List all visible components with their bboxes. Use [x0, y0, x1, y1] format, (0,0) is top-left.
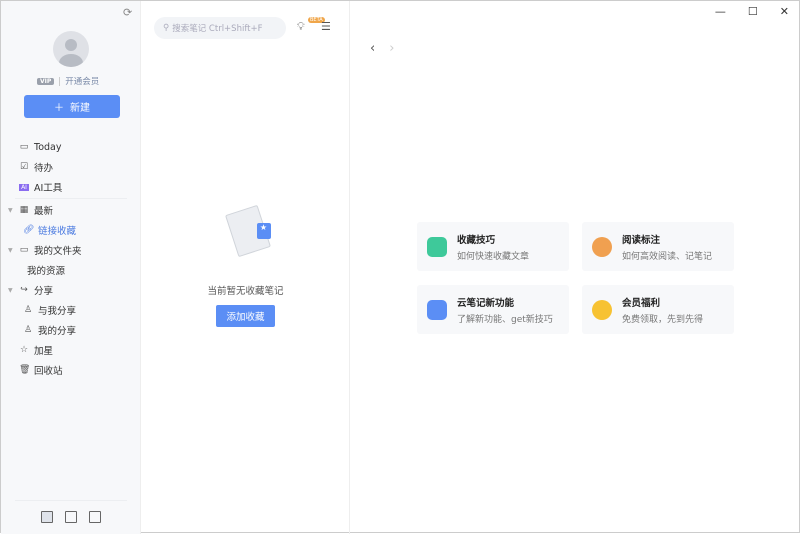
search-placeholder: 搜索笔记 Ctrl+Shift+F [172, 24, 263, 34]
caret-icon[interactable]: ▼ [8, 287, 13, 294]
checkbox-icon: ☑ [19, 162, 29, 172]
main-panel: — ☐ ✕ ‹ › 收藏技巧如何快速收藏文章 阅读标注如何高效阅读、记笔记 云笔… [350, 1, 799, 534]
label: 我的文件夹 [34, 246, 82, 257]
vip-row: VIP 开通会员 [37, 75, 99, 87]
guide-card-member-benefits[interactable]: 会员福利免费领取，先到先得 [582, 285, 734, 334]
caret-icon[interactable]: ▼ [8, 247, 13, 254]
guide-card-reading-annotation[interactable]: 阅读标注如何高效阅读、记笔记 [582, 222, 734, 271]
share-icon: ↪ [20, 285, 28, 295]
sidebar-item-my-folders[interactable]: ▼ ▭ 我的文件夹 [1, 240, 141, 260]
maximize-icon[interactable]: ☐ [748, 5, 758, 18]
vip-badge: VIP [37, 77, 55, 85]
sidebar: ⟳ VIP 开通会员 ＋ 新建 ▭ Today ☑ 待办 AI AI工具 ▼ ▦ 最新 🔗︎… [1, 1, 141, 534]
minimize-icon[interactable]: — [715, 5, 726, 18]
sidebar-item-latest[interactable]: ▼ ▦ 最新 [1, 200, 141, 220]
label: 回收站 [34, 366, 63, 377]
label: 分享 [34, 286, 54, 297]
reading-icon [592, 236, 612, 257]
sidebar-item-today[interactable]: ▭ Today [1, 137, 141, 157]
card-desc: 免费领取，先到先得 [622, 314, 704, 325]
label: Today [34, 141, 62, 153]
layout-switcher [41, 511, 101, 523]
user-icon: ♙ [23, 325, 33, 335]
label: AI工具 [34, 183, 63, 194]
card-title: 云笔记新功能 [457, 297, 515, 309]
plus-icon: ＋ [54, 103, 64, 114]
forward-icon[interactable]: › [389, 41, 394, 56]
single-column-layout-icon[interactable] [89, 511, 101, 523]
card-desc: 如何快速收藏文章 [457, 251, 530, 262]
bookmark-star-icon [427, 236, 447, 257]
lightbulb-icon[interactable]: 💡︎ [297, 20, 305, 34]
guide-card-new-features[interactable]: 云笔记新功能了解新功能、get新技巧 [417, 285, 569, 334]
new-button-label: 新建 [70, 103, 90, 114]
card-desc: 了解新功能、get新技巧 [457, 314, 553, 325]
empty-state: ★ 当前暂无收藏笔记 添加收藏 [141, 201, 350, 327]
grid-icon: ▦ [19, 205, 29, 215]
link-icon: 🔗︎ [23, 225, 35, 235]
calendar-icon: ▭ [19, 142, 29, 152]
label: 与我分享 [38, 306, 77, 317]
guide-card-favorites-tips[interactable]: 收藏技巧如何快速收藏文章 [417, 222, 569, 271]
sidebar-item-my-shares[interactable]: ♙ 我的分享 [1, 320, 141, 340]
ai-icon: AI [19, 183, 29, 191]
sort-icon[interactable]: ☰ [321, 20, 331, 33]
note-list-panel: ⚲ 搜索笔记 Ctrl+Shift+F 💡︎ BETA ☰ ★ 当前暂无收藏笔记 … [141, 1, 350, 534]
sidebar-item-ai-tools[interactable]: AI AI工具 [1, 177, 141, 197]
sidebar-nav: ▭ Today ☑ 待办 AI AI工具 ▼ ▦ 最新 🔗︎ 链接收藏 ▼ ▭ 我的文件夹 我的… [1, 137, 141, 380]
label: 链接收藏 [38, 226, 77, 237]
avatar[interactable] [53, 31, 89, 67]
gem-icon [592, 299, 612, 320]
label: 最新 [34, 206, 54, 217]
card-title: 会员福利 [622, 297, 661, 309]
user-icon: ♙ [23, 305, 33, 315]
sidebar-item-share[interactable]: ▼ ↪ 分享 [1, 280, 141, 300]
search-input[interactable]: ⚲ 搜索笔记 Ctrl+Shift+F [154, 17, 286, 39]
three-column-layout-icon[interactable] [41, 511, 53, 523]
folder-icon: ▭ [19, 245, 29, 255]
star-icon: ☆ [19, 345, 29, 355]
empty-text: 当前暂无收藏笔记 [207, 286, 284, 297]
label: 待办 [34, 163, 54, 174]
sidebar-item-todo[interactable]: ☑ 待办 [1, 157, 141, 177]
close-icon[interactable]: ✕ [780, 5, 789, 18]
back-icon[interactable]: ‹ [370, 41, 375, 56]
caret-icon[interactable]: ▼ [8, 207, 13, 214]
sidebar-item-my-resources[interactable]: 我的资源 [1, 260, 141, 280]
empty-illustration: ★ [211, 201, 281, 271]
window-controls: — ☐ ✕ [715, 5, 789, 18]
open-membership-link[interactable]: 开通会员 [65, 75, 99, 87]
search-icon: ⚲ [163, 23, 170, 33]
trash-icon: 🗑︎ [19, 365, 31, 375]
sidebar-item-starred[interactable]: ☆ 加星 [1, 340, 141, 360]
sidebar-item-link-favorites[interactable]: 🔗︎ 链接收藏 [1, 220, 141, 240]
label: 我的资源 [27, 266, 66, 277]
card-desc: 如何高效阅读、记笔记 [622, 251, 713, 262]
card-title: 阅读标注 [622, 234, 661, 246]
nav-arrows: ‹ › [370, 41, 394, 56]
new-button[interactable]: ＋ 新建 [24, 95, 120, 118]
two-column-layout-icon[interactable] [65, 511, 77, 523]
label: 我的分享 [38, 326, 77, 337]
sync-icon[interactable]: ⟳ [123, 6, 132, 19]
sidebar-item-trash[interactable]: 🗑︎ 回收站 [1, 360, 141, 380]
edit-note-icon [427, 299, 447, 320]
guide-cards: 收藏技巧如何快速收藏文章 阅读标注如何高效阅读、记笔记 云笔记新功能了解新功能、… [417, 222, 734, 334]
sidebar-item-shared-with-me[interactable]: ♙ 与我分享 [1, 300, 141, 320]
label: 加星 [34, 346, 54, 357]
add-favorite-button[interactable]: 添加收藏 [216, 305, 275, 327]
card-title: 收藏技巧 [457, 234, 496, 246]
